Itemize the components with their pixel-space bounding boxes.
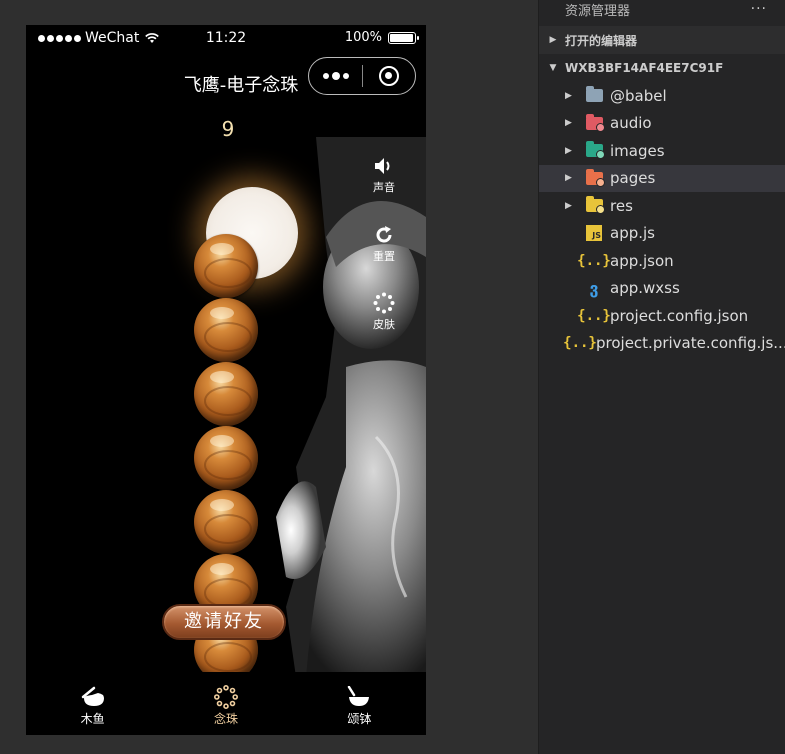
json-file-icon: {..} bbox=[577, 307, 611, 324]
images-folder-icon bbox=[583, 141, 605, 160]
tree-file-app-js[interactable]: JS app.js bbox=[539, 220, 785, 248]
sound-label: 声音 bbox=[373, 181, 395, 194]
section-label: 打开的编辑器 bbox=[565, 33, 638, 48]
tree-file-project-private-config[interactable]: {..} project.private.config.js... bbox=[539, 330, 785, 358]
open-editors-section[interactable]: ▶ 打开的编辑器 bbox=[539, 26, 785, 54]
tree-file-app-json[interactable]: {..} app.json bbox=[539, 247, 785, 275]
skin-label: 皮肤 bbox=[373, 318, 395, 331]
battery-icon bbox=[388, 31, 419, 44]
navigation-bar: 飞鹰-电子念珠 bbox=[26, 53, 426, 97]
tab-prayer-beads[interactable]: 念珠 bbox=[159, 672, 292, 735]
refresh-icon bbox=[364, 222, 404, 248]
tab-singing-bowl[interactable]: 颂钵 bbox=[293, 672, 426, 735]
chevron-right-icon: ▶ bbox=[549, 35, 557, 45]
tree-item-label: @babel bbox=[610, 86, 667, 105]
tree-folder-babel[interactable]: ▶ @babel bbox=[539, 82, 785, 110]
chevron-right-icon: ▶ bbox=[565, 173, 572, 184]
tree-item-label: pages bbox=[610, 169, 656, 188]
singing-bowl-icon bbox=[346, 684, 372, 710]
res-folder-icon bbox=[583, 196, 605, 215]
prayer-bead[interactable] bbox=[194, 298, 258, 362]
prayer-bead[interactable] bbox=[194, 234, 258, 298]
speaker-icon bbox=[364, 153, 404, 179]
tab-label: 念珠 bbox=[213, 712, 238, 726]
more-actions-icon[interactable]: ··· bbox=[751, 1, 767, 17]
tree-item-label: images bbox=[610, 141, 665, 160]
tab-label: 木鱼 bbox=[80, 712, 105, 726]
tree-item-label: app.json bbox=[610, 251, 674, 270]
explorer-header: 资源管理器 ··· bbox=[539, 0, 785, 24]
chevron-right-icon: ▶ bbox=[565, 90, 572, 101]
project-name: WXB3BF14AF4EE7C91F bbox=[565, 61, 724, 75]
prayer-beads-icon bbox=[213, 684, 238, 710]
pages-folder-icon bbox=[583, 168, 605, 187]
simulator-area: WeChat 11:22 100% 飞鹰-电子念珠 9 声音 重置 皮肤 邀请好… bbox=[0, 0, 538, 754]
project-section[interactable]: ▼ WXB3BF14AF4EE7C91F bbox=[539, 54, 785, 82]
folder-icon bbox=[583, 86, 605, 105]
css-file-icon: ვ bbox=[589, 278, 599, 298]
bead-scene[interactable]: 9 声音 重置 皮肤 邀请好友 bbox=[26, 97, 426, 672]
tree-item-label: project.private.config.js... bbox=[596, 334, 785, 353]
skin-button[interactable]: 皮肤 bbox=[364, 290, 404, 332]
json-file-icon: {..} bbox=[577, 252, 611, 269]
phone-screen: WeChat 11:22 100% 飞鹰-电子念珠 9 声音 重置 皮肤 邀请好… bbox=[26, 25, 426, 735]
chevron-down-icon: ▼ bbox=[549, 63, 557, 73]
tab-bar: 木鱼 念珠 颂钵 bbox=[26, 672, 426, 735]
wooden-fish-icon bbox=[80, 684, 106, 710]
battery-group: 100% bbox=[344, 30, 419, 45]
reset-button[interactable]: 重置 bbox=[364, 222, 404, 264]
tree-folder-res[interactable]: ▶ res bbox=[539, 192, 785, 220]
json-file-icon: {..} bbox=[563, 335, 597, 352]
skin-ring-icon bbox=[364, 290, 404, 316]
tree-item-label: app.wxss bbox=[610, 279, 680, 298]
explorer-panel: 资源管理器 ··· ▶ 打开的编辑器 ▼ WXB3BF14AF4EE7C91F … bbox=[538, 0, 785, 754]
prayer-bead[interactable] bbox=[194, 490, 258, 554]
tree-item-label: project.config.json bbox=[610, 306, 749, 325]
tree-folder-images[interactable]: ▶ images bbox=[539, 137, 785, 165]
chevron-right-icon: ▶ bbox=[565, 145, 572, 156]
tab-wooden-fish[interactable]: 木鱼 bbox=[26, 672, 159, 735]
devtools-window: WeChat 11:22 100% 飞鹰-电子念珠 9 声音 重置 皮肤 邀请好… bbox=[0, 0, 785, 754]
reset-label: 重置 bbox=[373, 250, 395, 263]
menu-capsule bbox=[308, 57, 416, 95]
tree-file-app-wxss[interactable]: ვ app.wxss bbox=[539, 275, 785, 303]
file-tree: ▶ @babel ▶ audio ▶ images ▶ pages ▶ res … bbox=[539, 82, 785, 357]
sound-toggle[interactable]: 声音 bbox=[364, 153, 404, 195]
chevron-right-icon: ▶ bbox=[565, 118, 572, 129]
battery-percent: 100% bbox=[344, 30, 382, 45]
prayer-bead[interactable] bbox=[194, 426, 258, 490]
tree-item-label: audio bbox=[610, 114, 652, 133]
tree-item-label: res bbox=[610, 196, 633, 215]
more-options-icon[interactable] bbox=[309, 71, 362, 80]
prayer-bead[interactable] bbox=[194, 362, 258, 426]
close-miniprogram-icon[interactable] bbox=[363, 66, 415, 86]
tree-folder-pages[interactable]: ▶ pages bbox=[539, 164, 785, 192]
bead-counter: 9 bbox=[221, 117, 235, 141]
statue-illustration bbox=[276, 137, 426, 672]
invite-friends-button[interactable]: 邀请好友 bbox=[162, 604, 286, 640]
audio-folder-icon bbox=[583, 113, 605, 132]
tab-label: 颂钵 bbox=[347, 712, 372, 726]
explorer-title: 资源管理器 bbox=[565, 3, 631, 19]
tree-item-label: app.js bbox=[610, 224, 655, 243]
tree-folder-audio[interactable]: ▶ audio bbox=[539, 110, 785, 138]
tree-file-project-config[interactable]: {..} project.config.json bbox=[539, 302, 785, 330]
js-file-icon: JS bbox=[583, 224, 605, 242]
status-bar: WeChat 11:22 100% bbox=[26, 25, 426, 53]
chevron-right-icon: ▶ bbox=[565, 200, 572, 211]
